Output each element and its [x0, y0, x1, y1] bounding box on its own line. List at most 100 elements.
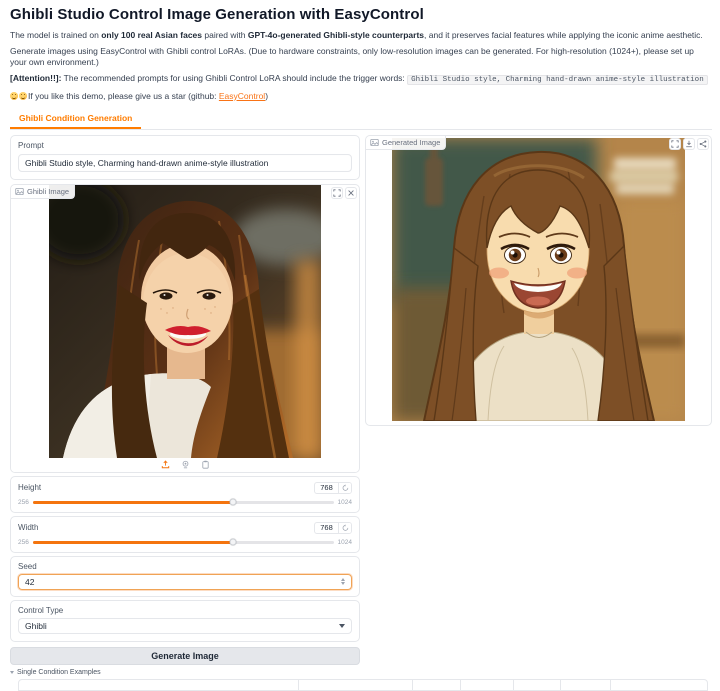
examples-label: Single Condition Examples [17, 668, 101, 676]
examples-accordion-header[interactable]: Single Condition Examples [10, 669, 710, 676]
examples-section: Single Condition Examples [0, 669, 720, 691]
width-reset-button[interactable] [339, 522, 351, 533]
generated-corner-buttons [669, 137, 709, 150]
generated-image-chip: Generated Image [366, 135, 447, 150]
attention-text: The recommended prompts for using Ghibli… [61, 73, 408, 84]
intro-paragraph-2: Generate images using EasyControl with G… [10, 46, 694, 68]
share-button[interactable] [697, 137, 709, 150]
height-number-box: 768 [314, 481, 352, 494]
seed-label: Seed [18, 561, 37, 571]
share-icon [699, 140, 707, 148]
easycontrol-github-link[interactable]: EasyControl [219, 91, 265, 101]
intro-paragraph-1: The model is trained on only 100 real As… [10, 30, 708, 41]
fullscreen-icon [333, 189, 341, 197]
page-title: Ghibli Studio Control Image Generation w… [10, 6, 424, 23]
tab-ghibli-condition-generation[interactable]: Ghibli Condition Generation [10, 110, 142, 129]
control-type-value: Ghibli [25, 620, 47, 631]
spinner-down-icon [341, 582, 345, 586]
star-text: If you like this demo, please give us a … [28, 90, 219, 101]
examples-table[interactable] [18, 678, 708, 691]
trigger-words-code: Ghibli Studio style, Charming hand-drawn… [407, 75, 708, 86]
width-slider-row: 256 1024 [18, 538, 352, 546]
seed-spinner[interactable] [341, 578, 345, 586]
webcam-icon [182, 461, 188, 469]
height-value[interactable]: 768 [315, 482, 339, 493]
prompt-input[interactable] [18, 153, 352, 172]
intro-bold: only 100 real Asian faces [101, 30, 202, 40]
generated-image-label: Generated Image [382, 137, 441, 147]
height-reset-button[interactable] [339, 482, 351, 493]
chevron-down-icon [339, 623, 345, 628]
height-max-label: 1024 [337, 498, 352, 506]
height-slider-block: Height 768 256 1024 [10, 475, 360, 513]
prompt-label: Prompt [18, 140, 44, 150]
generated-image-panel: Generated Image [365, 134, 712, 426]
examples-column [611, 680, 707, 690]
source-corner-buttons [331, 186, 357, 199]
width-slider-track[interactable] [32, 538, 334, 546]
intro-bold: GPT-4o-generated Ghibli-style counterpar… [247, 30, 425, 40]
tab-bar: Ghibli Condition Generation [10, 108, 712, 130]
examples-column [561, 679, 611, 690]
left-column: Prompt Ghibli Image [10, 134, 360, 665]
height-slider-track[interactable] [32, 498, 334, 506]
width-value[interactable]: 768 [315, 522, 339, 533]
smiley-emoji-icon [10, 91, 18, 100]
download-button[interactable] [683, 137, 695, 150]
fullscreen-button[interactable] [669, 137, 681, 150]
upload-icon [161, 460, 169, 469]
width-slider-handle[interactable] [229, 538, 237, 546]
header: Ghibli Studio Control Image Generation w… [0, 0, 720, 102]
examples-column [19, 679, 299, 690]
width-label: Width [18, 523, 39, 533]
examples-column [299, 679, 413, 690]
height-slider-fill [32, 500, 234, 504]
source-image-stage [11, 184, 359, 458]
attention-paragraph: [Attention!!]: The recommended prompts f… [10, 73, 708, 86]
examples-column [461, 679, 514, 690]
spinner-up-icon [341, 578, 345, 582]
intro-text: paired with [202, 30, 248, 40]
examples-column [514, 679, 561, 690]
control-type-dropdown[interactable]: Ghibli [18, 617, 352, 634]
source-image-chip: Ghibli Image [11, 184, 76, 199]
generated-image-stage [366, 136, 711, 425]
height-slider-handle[interactable] [229, 498, 237, 506]
intro-text: The model is trained on [10, 30, 102, 40]
width-slider-block: Width 768 256 1024 [10, 515, 360, 553]
caret-down-icon [10, 670, 14, 674]
right-column: Generated Image [365, 134, 712, 426]
height-min-label: 256 [18, 498, 29, 506]
reset-icon [342, 484, 348, 492]
width-number-box: 768 [314, 521, 352, 534]
width-slider-fill [32, 540, 234, 544]
clear-image-button[interactable] [345, 186, 357, 199]
star-paragraph: If you like this demo, please give us a … [10, 91, 708, 102]
intro-text: , and it preserves facial features while… [424, 30, 703, 40]
prompt-group: Prompt [10, 134, 360, 180]
seed-input[interactable]: 42 [18, 573, 352, 590]
star-text: ) [265, 90, 269, 101]
clipboard-icon [201, 461, 209, 470]
image-icon [15, 187, 24, 195]
seed-block: Seed 42 [10, 555, 360, 597]
height-label: Height [18, 483, 42, 493]
seed-value: 42 [25, 576, 35, 587]
smiley-emoji-icon [19, 91, 27, 100]
main-area: Prompt Ghibli Image [0, 130, 720, 665]
generate-image-button[interactable]: Generate Image [10, 646, 360, 665]
fullscreen-button[interactable] [331, 186, 343, 199]
source-image-label: Ghibli Image [27, 186, 70, 196]
source-image-panel: Ghibli Image [10, 183, 360, 473]
upload-button[interactable] [161, 460, 170, 469]
webcam-button[interactable] [181, 460, 190, 469]
generated-anime-image[interactable] [392, 137, 685, 421]
image-icon [370, 138, 379, 146]
reset-icon [342, 524, 348, 532]
examples-column [413, 679, 461, 690]
paste-clipboard-button[interactable] [201, 460, 210, 470]
height-slider-row: 256 1024 [18, 498, 352, 506]
attention-bold: [Attention!!]: [10, 73, 62, 84]
ghibli-source-photo[interactable] [49, 184, 321, 458]
app-page: Ghibli Studio Control Image Generation w… [0, 0, 720, 691]
